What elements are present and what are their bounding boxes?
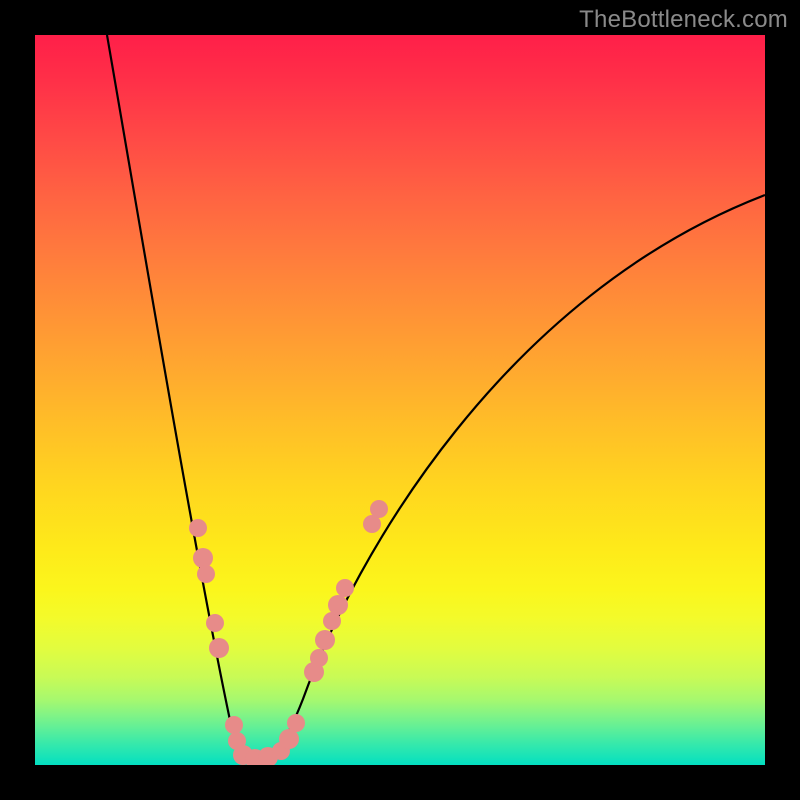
data-dot — [336, 579, 354, 597]
left-curve — [107, 35, 255, 765]
dot-group — [189, 500, 388, 765]
data-dot — [197, 565, 215, 583]
watermark-text: TheBottleneck.com — [579, 6, 788, 34]
data-dot — [315, 630, 335, 650]
data-dot — [328, 595, 348, 615]
data-dot — [193, 548, 213, 568]
chart-plot-area — [35, 35, 765, 765]
data-dot — [209, 638, 229, 658]
chart-frame: TheBottleneck.com — [0, 0, 800, 800]
right-curve — [255, 195, 765, 765]
chart-svg — [35, 35, 765, 765]
data-dot — [225, 716, 243, 734]
data-dot — [189, 519, 207, 537]
data-dot — [206, 614, 224, 632]
data-dot — [310, 649, 328, 667]
data-dot — [370, 500, 388, 518]
data-dot — [287, 714, 305, 732]
